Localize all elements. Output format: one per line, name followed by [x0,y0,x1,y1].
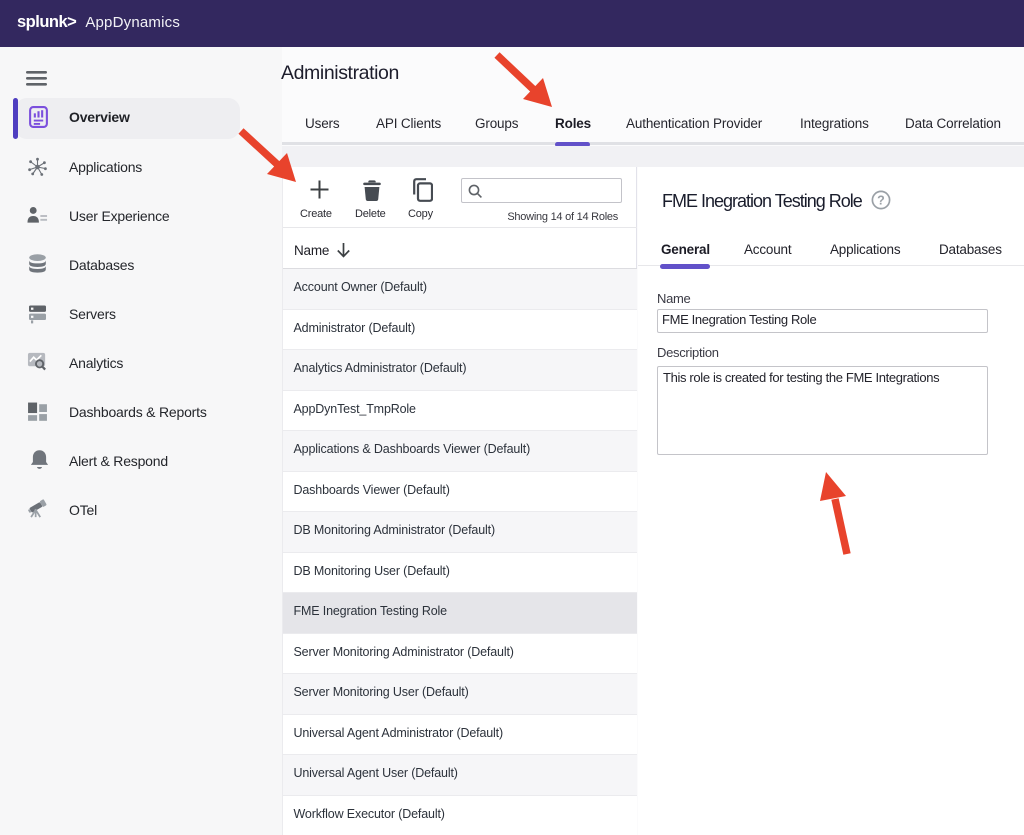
svg-text:?: ? [877,194,885,208]
